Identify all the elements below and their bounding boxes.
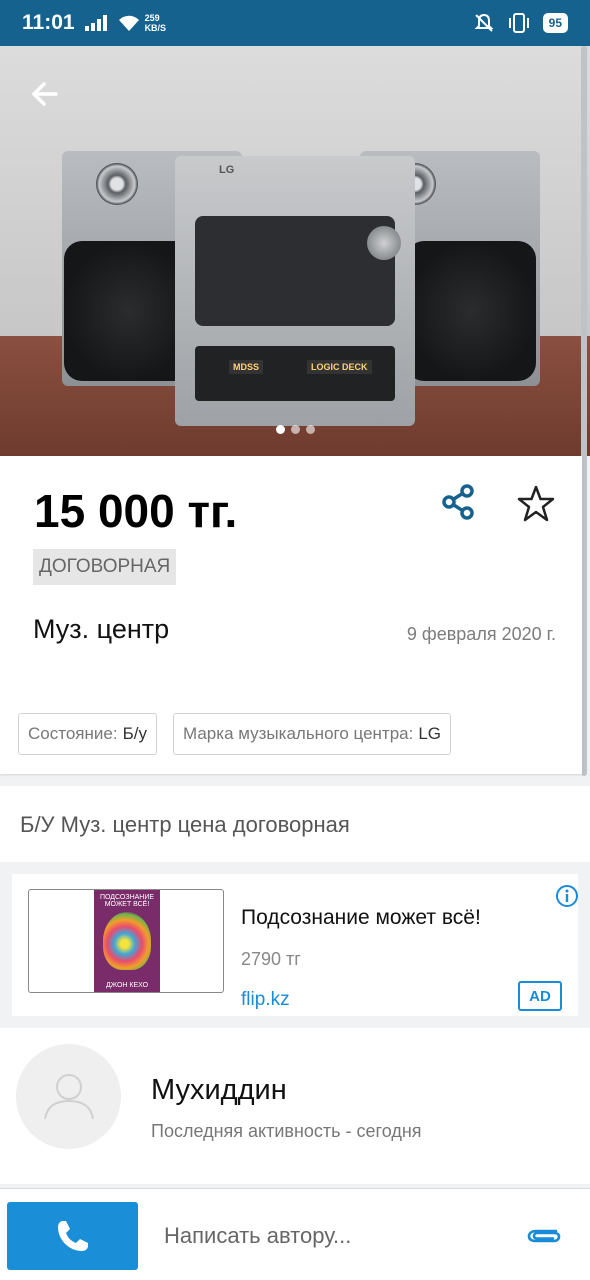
listing-description: Б/У Муз. центр цена договорная bbox=[0, 786, 590, 862]
ad-thumbnail[interactable]: ПОДСОЗНАНИЕ МОЖЕТ ВСЁ! ДЖОН КЕХО bbox=[28, 889, 224, 993]
vibrate-icon bbox=[508, 13, 529, 33]
phone-icon bbox=[57, 1221, 88, 1251]
pagination-dot[interactable] bbox=[275, 425, 285, 434]
battery-indicator: 95 bbox=[542, 13, 568, 33]
message-input[interactable] bbox=[164, 1223, 494, 1249]
user-icon bbox=[43, 1073, 94, 1119]
book-illustration bbox=[103, 912, 151, 970]
wifi-icon bbox=[118, 15, 139, 31]
ad-title[interactable]: Подсознание может всё! bbox=[241, 906, 481, 930]
attribute-value: LG bbox=[418, 724, 442, 743]
attribute-label: Состояние: bbox=[28, 724, 118, 743]
photo-panel bbox=[195, 216, 395, 326]
seller-name[interactable]: Мухиддин bbox=[151, 1074, 287, 1107]
ad-card[interactable]: ПОДСОЗНАНИЕ МОЖЕТ ВСЁ! ДЖОН КЕХО Подсозн… bbox=[12, 874, 578, 1016]
info-icon[interactable] bbox=[555, 884, 579, 908]
photo-woofer bbox=[406, 241, 536, 381]
share-icon[interactable] bbox=[440, 484, 476, 520]
photo-decks: MDSS LOGIC DECK bbox=[195, 346, 395, 401]
ad-badge[interactable]: AD bbox=[518, 981, 562, 1011]
book-cover: ПОДСОЗНАНИЕ МОЖЕТ ВСЁ! ДЖОН КЕХО bbox=[94, 890, 160, 992]
pagination-dot[interactable] bbox=[290, 425, 300, 434]
seller-section[interactable]: Мухиддин Последняя активность - сегодня bbox=[0, 1028, 590, 1184]
attribute-chip-brand[interactable]: Марка музыкального центра: LG bbox=[173, 713, 452, 755]
photo-gallery[interactable]: LG MDSS LOGIC DECK bbox=[0, 46, 590, 456]
back-arrow-icon[interactable] bbox=[26, 74, 66, 114]
net-speed-value: 259 bbox=[144, 13, 160, 23]
mute-icon bbox=[474, 13, 494, 32]
photo-knob bbox=[367, 226, 401, 260]
price: 15 000 тг. bbox=[34, 485, 238, 537]
photo-tweeter bbox=[96, 163, 138, 205]
pagination-dot[interactable] bbox=[305, 425, 315, 434]
ad-price: 2790 тг bbox=[241, 949, 301, 969]
seller-activity: Последняя активность - сегодня bbox=[151, 1121, 422, 1141]
photo-brand-label: LG bbox=[219, 164, 235, 176]
photo-deck-label-right: LOGIC DECK bbox=[307, 360, 372, 374]
bottom-bar bbox=[0, 1188, 590, 1280]
status-time: 11:01 bbox=[22, 11, 75, 34]
attribute-value: Б/у bbox=[122, 724, 147, 743]
net-speed: 259 KB/S bbox=[145, 13, 167, 33]
status-bar: 11:01 259 KB/S 95 bbox=[0, 0, 590, 46]
signal-icon bbox=[84, 15, 107, 31]
call-button[interactable] bbox=[7, 1202, 138, 1270]
book-title: ПОДСОЗНАНИЕ МОЖЕТ ВСЁ! bbox=[99, 894, 155, 908]
negotiable-badge: ДОГОВОРНАЯ bbox=[33, 549, 177, 585]
ad-source-link[interactable]: flip.kz bbox=[241, 989, 290, 1011]
avatar[interactable] bbox=[16, 1044, 121, 1149]
photo-pagination bbox=[0, 425, 590, 434]
listing-title: Муз. центр bbox=[33, 614, 170, 644]
paperclip-icon[interactable] bbox=[526, 1223, 562, 1247]
attribute-chip-condition[interactable]: Состояние: Б/у bbox=[18, 713, 157, 755]
listing-card: 15 000 тг. ДОГОВОРНАЯ Муз. центр 9 февра… bbox=[0, 456, 582, 774]
photo-deck-label-left: MDSS bbox=[229, 360, 264, 374]
ad-section: ПОДСОЗНАНИЕ МОЖЕТ ВСЁ! ДЖОН КЕХО Подсозн… bbox=[0, 862, 590, 1028]
net-speed-unit: KB/S bbox=[144, 23, 167, 33]
photo-music-center: LG MDSS LOGIC DECK bbox=[175, 156, 415, 426]
attribute-label: Марка музыкального центра: bbox=[183, 724, 414, 743]
listing-date: 9 февраля 2020 г. bbox=[406, 624, 556, 644]
star-icon[interactable] bbox=[516, 484, 556, 524]
book-author: ДЖОН КЕХО bbox=[105, 982, 149, 989]
